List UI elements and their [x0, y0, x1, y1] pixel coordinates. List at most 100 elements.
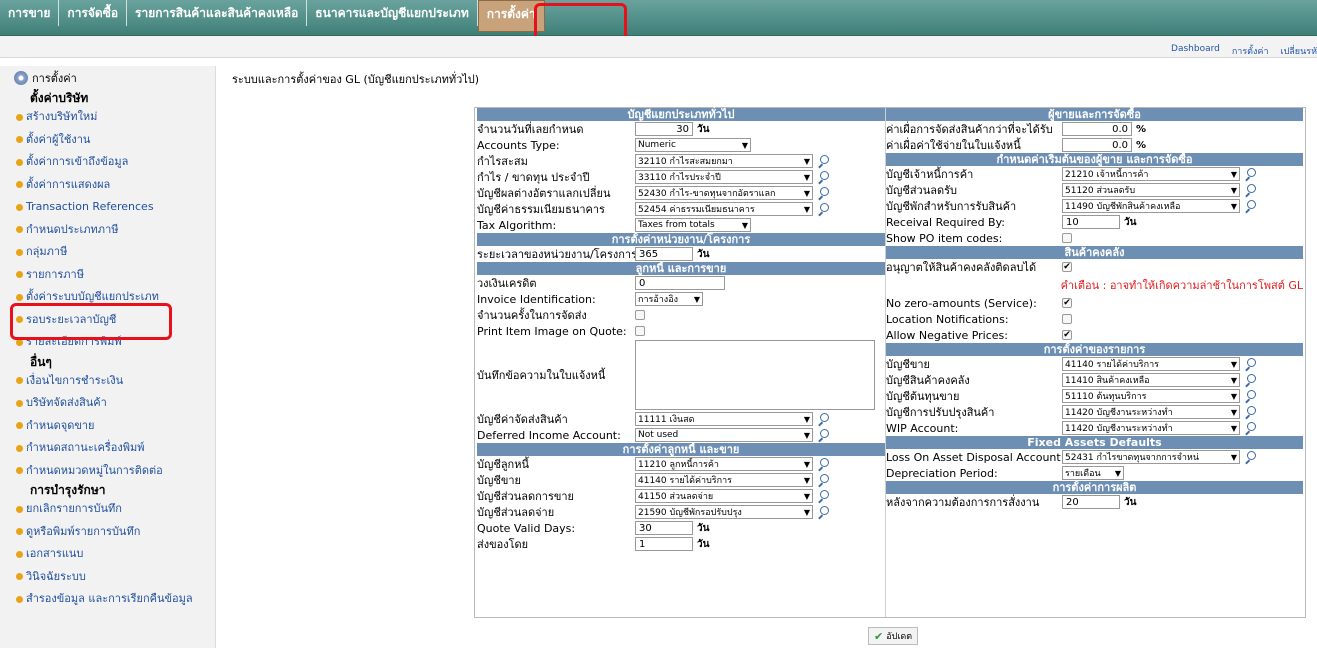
search-icon[interactable]	[1244, 451, 1256, 463]
quote-valid-days-input[interactable]	[635, 521, 693, 535]
sidebar-item-new-company[interactable]: สร้างบริษัทใหม่	[0, 106, 215, 129]
change-password-link[interactable]: เปลี่ยนรหั	[1281, 44, 1317, 58]
search-icon[interactable]	[817, 429, 829, 441]
tab-banking-gl[interactable]: ธนาคารและบัญชีแยกประเภท	[307, 0, 478, 26]
field-label: จำนวนครั้งในการจัดส่ง	[477, 309, 587, 322]
sidebar-item-attachments[interactable]: เอกสารแนบ	[0, 543, 215, 566]
receival-required-input[interactable]	[1062, 215, 1120, 229]
dropdown-arrow-icon: ▼	[1114, 468, 1121, 478]
sidebar-item-access[interactable]: ตั้งค่าการเข้าถึงข้อมูล	[0, 151, 215, 174]
prompt-discount-row: บัญชีส่วนลดจ่าย 21590 บัญชีพักรอปรับปรุง…	[477, 504, 885, 520]
allow-negative-inventory-checkbox[interactable]: ✔	[1062, 262, 1072, 272]
bullet-icon	[16, 573, 23, 580]
work-order-days-row: หลังจากความต้องการการสั่งงาน วัน	[886, 494, 1303, 510]
delivery-times-checkbox[interactable]	[635, 310, 645, 320]
search-icon[interactable]	[1244, 406, 1256, 418]
accounts-type-select[interactable]: Numeric ▼	[635, 138, 751, 152]
update-button[interactable]: ✔ อัปเดต	[868, 627, 919, 645]
sales-account-select[interactable]: 41140 รายได้ค่าบริการ ▼	[635, 473, 813, 487]
exchange-variance-select[interactable]: 52430 กำไร-ขาดทุนจากอัตราแลก ▼	[635, 186, 813, 200]
sidebar-item-void-transaction[interactable]: ยกเลิกรายการบันทึก	[0, 498, 215, 521]
search-icon[interactable]	[817, 413, 829, 425]
search-icon[interactable]	[817, 171, 829, 183]
delivery-days-input[interactable]	[635, 537, 693, 551]
no-zero-amounts-checkbox[interactable]: ✔	[1062, 298, 1072, 308]
dashboard-link[interactable]: Dashboard	[1171, 44, 1220, 58]
search-icon[interactable]	[817, 506, 829, 518]
grn-clearing-select[interactable]: 11490 บัญชีพักสินค้าคงเหลือ ▼	[1062, 199, 1240, 213]
sidebar-item-item-tax[interactable]: รายการภาษี	[0, 264, 215, 287]
tax-algorithm-select[interactable]: Taxes from totals ▼	[635, 218, 751, 232]
search-icon[interactable]	[1244, 374, 1256, 386]
deferred-income-select[interactable]: Not used ▼	[635, 428, 813, 442]
freight-account-select[interactable]: 11111 เงินสด ▼	[635, 412, 813, 426]
asset-disposal-select[interactable]: 52431 กำไรขาดทุนจากการจำหน่ ▼	[1062, 450, 1240, 464]
search-icon[interactable]	[817, 155, 829, 167]
depreciation-period-select[interactable]: รายเดือน ▼	[1062, 466, 1124, 480]
dimension-days-input[interactable]	[635, 247, 693, 261]
tab-items-inventory[interactable]: รายการสินค้าและสินค้าคงเหลือ	[127, 0, 308, 26]
bank-charges-select[interactable]: 52454 ค่าธรรมเนียมธนาคาร ▼	[635, 202, 813, 216]
payable-account-select[interactable]: 21210 เจ้าหนี้การค้า ▼	[1062, 167, 1240, 181]
sidebar-item-view-print-transactions[interactable]: ดูหรือพิมพ์รายการบันทึก	[0, 521, 215, 544]
work-order-days-input[interactable]	[1062, 495, 1120, 509]
grn-clearing-row: บัญชีพักสำหรับการรับสินค้า 11490 บัญชีพั…	[886, 198, 1303, 214]
sidebar-item-pos[interactable]: กำหนดจุดขาย	[0, 415, 215, 438]
sidebar-item-diagnostics[interactable]: วินิจฉัยระบบ	[0, 566, 215, 589]
search-icon[interactable]	[1244, 200, 1256, 212]
search-icon[interactable]	[1244, 422, 1256, 434]
allow-negative-prices-checkbox[interactable]: ✔	[1062, 330, 1072, 340]
field-label: Print Item Image on Quote:	[477, 324, 627, 338]
invoice-identification-select[interactable]: การอ้างอิง ▼	[635, 292, 703, 306]
field-label: Deferred Income Account:	[477, 428, 621, 442]
search-icon[interactable]	[817, 490, 829, 502]
inventory-adjustment-row: บัญชีการปรับปรุงสินค้า 11420 บัญชีงานระห…	[886, 404, 1303, 420]
profit-loss-year-select[interactable]: 33110 กำไรประจำปี ▼	[635, 170, 813, 184]
search-icon[interactable]	[817, 187, 829, 199]
over-charge-input[interactable]	[1062, 138, 1132, 152]
tab-sales[interactable]: การขาย	[0, 0, 60, 26]
cogs-account-select[interactable]: 51110 ต้นทุนบริการ ▼	[1062, 389, 1240, 403]
sidebar-item-backup-restore[interactable]: สำรองข้อมูล และการเรียกคืนข้อมูล	[0, 588, 215, 611]
credit-limit-input[interactable]	[635, 276, 725, 290]
search-icon[interactable]	[1244, 184, 1256, 196]
tab-purchases[interactable]: การจัดซื้อ	[59, 0, 128, 26]
inventory-account-select[interactable]: 11410 สินค้าคงเหลือ ▼	[1062, 373, 1240, 387]
sales-discount-select[interactable]: 41150 ส่วนลดจ่าย ▼	[635, 489, 813, 503]
sidebar-item-shipping[interactable]: บริษัทจัดส่งสินค้า	[0, 392, 215, 415]
sidebar-item-users[interactable]: ตั้งค่าผู้ใช้งาน	[0, 129, 215, 152]
sidebar-item-transaction-references[interactable]: Transaction References	[0, 196, 215, 219]
sidebar-item-tax-types[interactable]: กำหนดประเภทภาษี	[0, 219, 215, 242]
sidebar-item-display[interactable]: ตั้งค่าการแสดงผล	[0, 174, 215, 197]
sidebar-item-contact-categories[interactable]: กำหนดหมวดหมู่ในการติดต่อ	[0, 460, 215, 483]
wip-account-select[interactable]: 11420 บัญชีงานระหว่างทำ ▼	[1062, 421, 1240, 435]
search-icon[interactable]	[817, 458, 829, 470]
dropdown-arrow-icon: ▼	[1230, 201, 1237, 211]
bullet-icon	[16, 444, 23, 452]
prompt-discount-select[interactable]: 21590 บัญชีพักรอปรับปรุง ▼	[635, 505, 813, 519]
search-icon[interactable]	[817, 474, 829, 486]
receivable-account-select[interactable]: 11210 ลูกหนี้การค้า ▼	[635, 457, 813, 471]
purchase-discount-select[interactable]: 51120 ส่วนลดรับ ▼	[1062, 183, 1240, 197]
unit-label: วัน	[697, 123, 710, 135]
retained-earnings-select[interactable]: 32110 กำไรสะสมยกมา ▼	[635, 154, 813, 168]
sidebar-item-printers[interactable]: กำหนดสถานะเครื่องพิมพ์	[0, 437, 215, 460]
sidebar-item-payment-terms[interactable]: เงื่อนไขการชำระเงิน	[0, 370, 215, 393]
print-item-image-checkbox[interactable]	[635, 326, 645, 336]
over-receive-input[interactable]	[1062, 122, 1132, 136]
show-po-codes-checkbox[interactable]	[1062, 233, 1072, 243]
bullet-icon	[16, 181, 23, 188]
item-sales-account-select[interactable]: 41140 รายได้ค่าบริการ ▼	[1062, 357, 1240, 371]
setup-link[interactable]: การตั้งค่า	[1232, 44, 1269, 58]
bullet-icon	[16, 399, 23, 407]
sidebar-item-tax-groups[interactable]: กลุ่มภาษี	[0, 241, 215, 264]
invoice-memo-textarea[interactable]	[635, 340, 875, 410]
search-icon[interactable]	[1244, 168, 1256, 180]
sidebar-section-title: ตั้งค่าบริษัท	[30, 91, 89, 105]
search-icon[interactable]	[1244, 358, 1256, 370]
search-icon[interactable]	[817, 203, 829, 215]
inventory-adjustment-select[interactable]: 11420 บัญชีงานระหว่างทำ ▼	[1062, 405, 1240, 419]
search-icon[interactable]	[1244, 390, 1256, 402]
location-notifications-checkbox[interactable]	[1062, 314, 1072, 324]
past-due-days-input[interactable]	[635, 122, 693, 136]
